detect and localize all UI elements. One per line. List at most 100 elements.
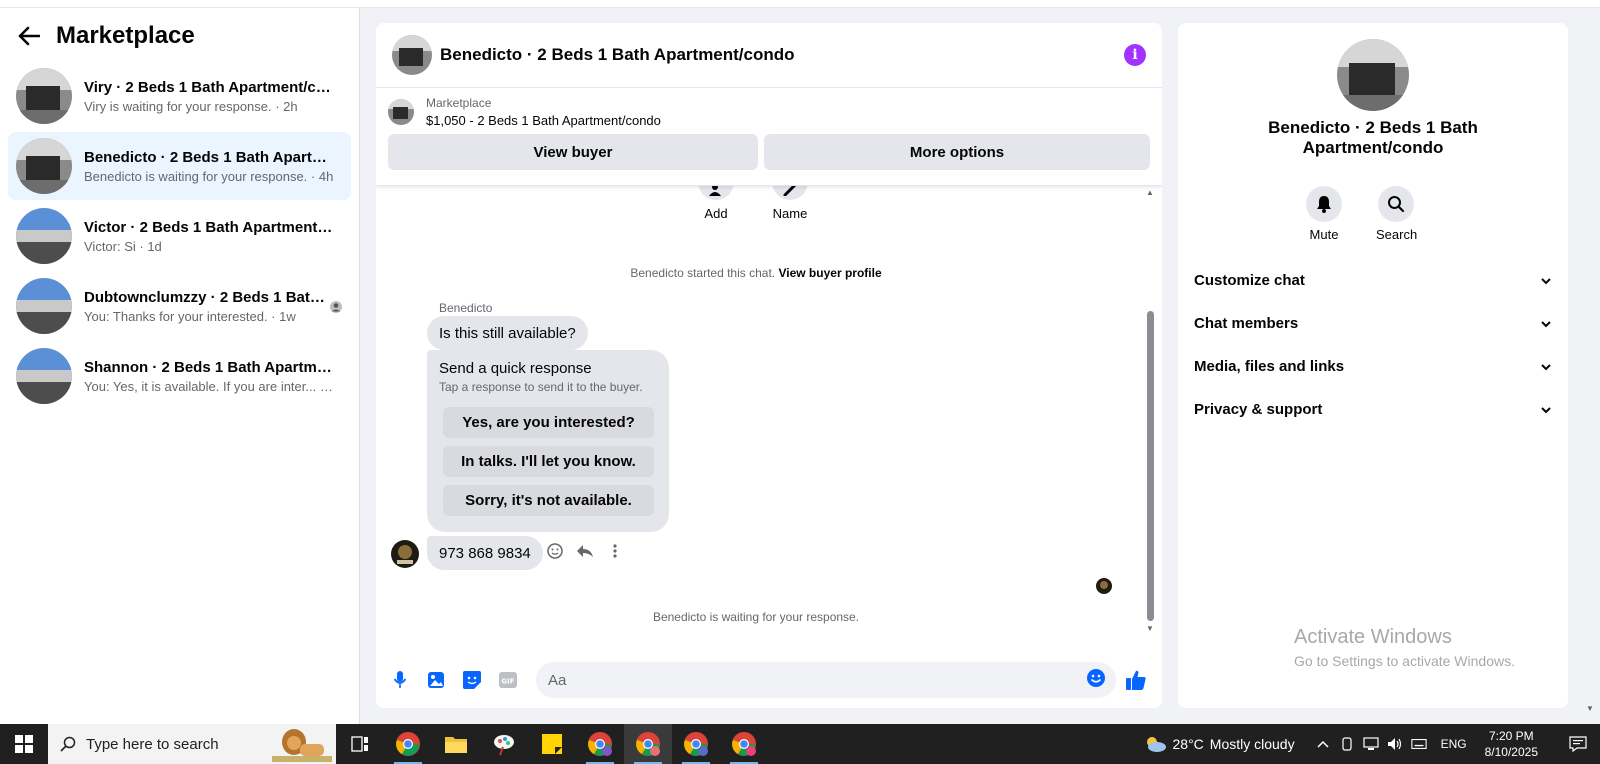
- quick-response-option[interactable]: In talks. I'll let you know.: [443, 446, 654, 477]
- read-receipt-avatar: [1096, 578, 1112, 594]
- conversation-item[interactable]: Dubtownclumzzy · 2 Beds 1 Bath Apartment…: [8, 272, 351, 340]
- activate-title: Activate Windows: [1294, 626, 1452, 648]
- chat-started-notice: Benedicto started this chat. View buyer …: [376, 266, 1136, 280]
- scroll-up-arrow-icon[interactable]: ▲: [1146, 188, 1154, 197]
- media-files-links-item[interactable]: Media, files and links: [1192, 345, 1554, 388]
- view-buyer-profile-link[interactable]: View buyer profile: [778, 266, 881, 280]
- scrollbar-thumb[interactable]: [1147, 311, 1154, 621]
- language-indicator[interactable]: ENG: [1441, 737, 1467, 751]
- notification-icon[interactable]: [1556, 736, 1600, 752]
- conversation-item[interactable]: Victor · 2 Beds 1 Bath Apartment/condo V…: [8, 202, 351, 270]
- view-buyer-button[interactable]: View buyer: [388, 134, 759, 170]
- conversation-name: Shannon · 2 Beds 1 Bath Apartment/condo: [84, 358, 334, 376]
- privacy-support-item[interactable]: Privacy & support: [1192, 388, 1554, 431]
- message-input[interactable]: Aa: [536, 662, 1116, 698]
- quick-response-option[interactable]: Sorry, it's not available.: [443, 485, 654, 516]
- info-icon[interactable]: i: [1124, 44, 1146, 66]
- message-text: 973 868 9834: [439, 544, 531, 562]
- windows-start-icon[interactable]: [0, 724, 48, 764]
- paint-app-icon[interactable]: [480, 724, 528, 764]
- chrome-profile-icon[interactable]: [720, 724, 768, 764]
- thumbs-up-icon[interactable]: [1122, 666, 1150, 694]
- add-label: Add: [704, 206, 728, 221]
- listing-price[interactable]: $1,050 - 2 Beds 1 Bath Apartment/condo: [426, 113, 661, 128]
- page-scroll-down-icon[interactable]: ▼: [1586, 704, 1594, 713]
- network-icon[interactable]: [1362, 736, 1379, 752]
- conversation-item[interactable]: Shannon · 2 Beds 1 Bath Apartment/condo …: [8, 342, 351, 410]
- quick-response-option[interactable]: Yes, are you interested?: [443, 407, 654, 438]
- sender-name: Benedicto: [439, 301, 493, 315]
- listing-thumbnail[interactable]: [388, 99, 414, 125]
- keyboard-icon[interactable]: [1410, 736, 1427, 752]
- details-name: Benedicto · 2 Beds 1 Bath Apartment/cond…: [1268, 118, 1478, 157]
- activate-windows-watermark: Activate Windows Go to Settings to activ…: [1294, 626, 1515, 669]
- started-text: Benedicto started this chat.: [630, 266, 776, 280]
- chevron-down-icon: [1541, 406, 1551, 413]
- temperature: 28°C: [1172, 736, 1204, 752]
- listing-source-label: Marketplace: [426, 96, 492, 110]
- menu-label: Privacy & support: [1194, 401, 1323, 418]
- quick-response-title: Send a quick response: [439, 360, 592, 377]
- conversation-name: Victor · 2 Beds 1 Bath Apartment/condo: [84, 218, 334, 236]
- message-composer: GIF Aa: [376, 655, 1162, 705]
- chrome-profile-active-icon[interactable]: [624, 724, 672, 764]
- weather-widget[interactable]: 28°C Mostly cloudy: [1143, 735, 1295, 753]
- more-options-button[interactable]: More options: [764, 134, 1150, 170]
- chrome-taskbar-icon[interactable]: [384, 724, 432, 764]
- menu-label: Customize chat: [1194, 272, 1305, 289]
- microphone-icon[interactable]: [388, 668, 412, 692]
- back-arrow-icon[interactable]: [18, 24, 42, 48]
- clock[interactable]: 7:20 PM 8/10/2025: [1485, 728, 1538, 760]
- mute-button[interactable]: Mute: [1304, 186, 1344, 242]
- conversation-preview: You: Yes, it is available. If you are in…: [84, 378, 334, 394]
- file-explorer-icon[interactable]: [432, 724, 480, 764]
- reply-icon[interactable]: [576, 542, 594, 560]
- chevron-down-icon: [1541, 277, 1551, 284]
- sender-avatar[interactable]: [391, 540, 419, 568]
- message-scrollbar[interactable]: ▲ ▼: [1144, 186, 1156, 656]
- chat-members-item[interactable]: Chat members: [1192, 302, 1554, 345]
- customize-chat-item[interactable]: Customize chat: [1192, 259, 1554, 302]
- react-icon[interactable]: [546, 542, 564, 560]
- chevron-up-icon[interactable]: [1315, 736, 1331, 752]
- message-bubble[interactable]: Is this still available?: [427, 316, 588, 350]
- windows-taskbar: Type here to search 28°C Mostly cloudy E…: [0, 724, 1600, 764]
- search-highlight-lion-icon: [272, 726, 332, 762]
- emoji-icon[interactable]: [1086, 668, 1106, 693]
- details-avatar[interactable]: [1337, 39, 1409, 111]
- sticker-icon[interactable]: [460, 668, 484, 692]
- sticky-notes-icon[interactable]: [528, 724, 576, 764]
- message-input-placeholder: Aa: [548, 671, 567, 689]
- search-button[interactable]: Search: [1376, 186, 1417, 242]
- chat-avatar[interactable]: [392, 35, 432, 75]
- chrome-profile-icon[interactable]: [576, 724, 624, 764]
- chevron-down-icon: [1541, 363, 1551, 370]
- conversation-item[interactable]: Viry · 2 Beds 1 Bath Apartment/condo Vir…: [8, 62, 351, 130]
- scroll-down-arrow-icon[interactable]: ▼: [1146, 624, 1154, 633]
- message-thread: Add Name Benedicto started this chat. Vi…: [376, 178, 1162, 656]
- volume-icon[interactable]: [1387, 736, 1403, 752]
- search-icon: [1388, 196, 1405, 213]
- sidebar-title: Marketplace: [56, 22, 195, 49]
- chrome-profile-icon[interactable]: [672, 724, 720, 764]
- chevron-down-icon: [1541, 320, 1551, 327]
- taskbar-search-placeholder: Type here to search: [86, 735, 219, 753]
- system-tray: 28°C Mostly cloudy ENG 7:20 PM 8/10/2025: [1143, 724, 1600, 764]
- clock-time: 7:20 PM: [1488, 729, 1534, 743]
- listing-thumbnail: [16, 278, 72, 334]
- conversation-preview: You: Thanks for your interested. · 1w: [84, 308, 296, 324]
- more-icon[interactable]: [606, 542, 624, 560]
- task-view-icon[interactable]: [336, 724, 384, 764]
- search-icon: [60, 736, 76, 752]
- clock-date: 8/10/2025: [1484, 745, 1538, 759]
- gif-icon[interactable]: GIF: [496, 668, 520, 692]
- meet-now-icon[interactable]: [1339, 736, 1355, 752]
- message-bubble[interactable]: 973 868 9834: [427, 536, 543, 570]
- photo-icon[interactable]: [424, 668, 448, 692]
- mute-label: Mute: [1309, 227, 1339, 242]
- taskbar-search[interactable]: Type here to search: [48, 724, 336, 764]
- conversation-preview: Victor: Si · 1d: [84, 238, 162, 254]
- chat-title[interactable]: Benedicto · 2 Beds 1 Bath Apartment/cond…: [440, 45, 1124, 65]
- conversation-item-active[interactable]: Benedicto · 2 Beds 1 Bath Apartment/cond…: [8, 132, 351, 200]
- message-text: Is this still available?: [439, 324, 576, 342]
